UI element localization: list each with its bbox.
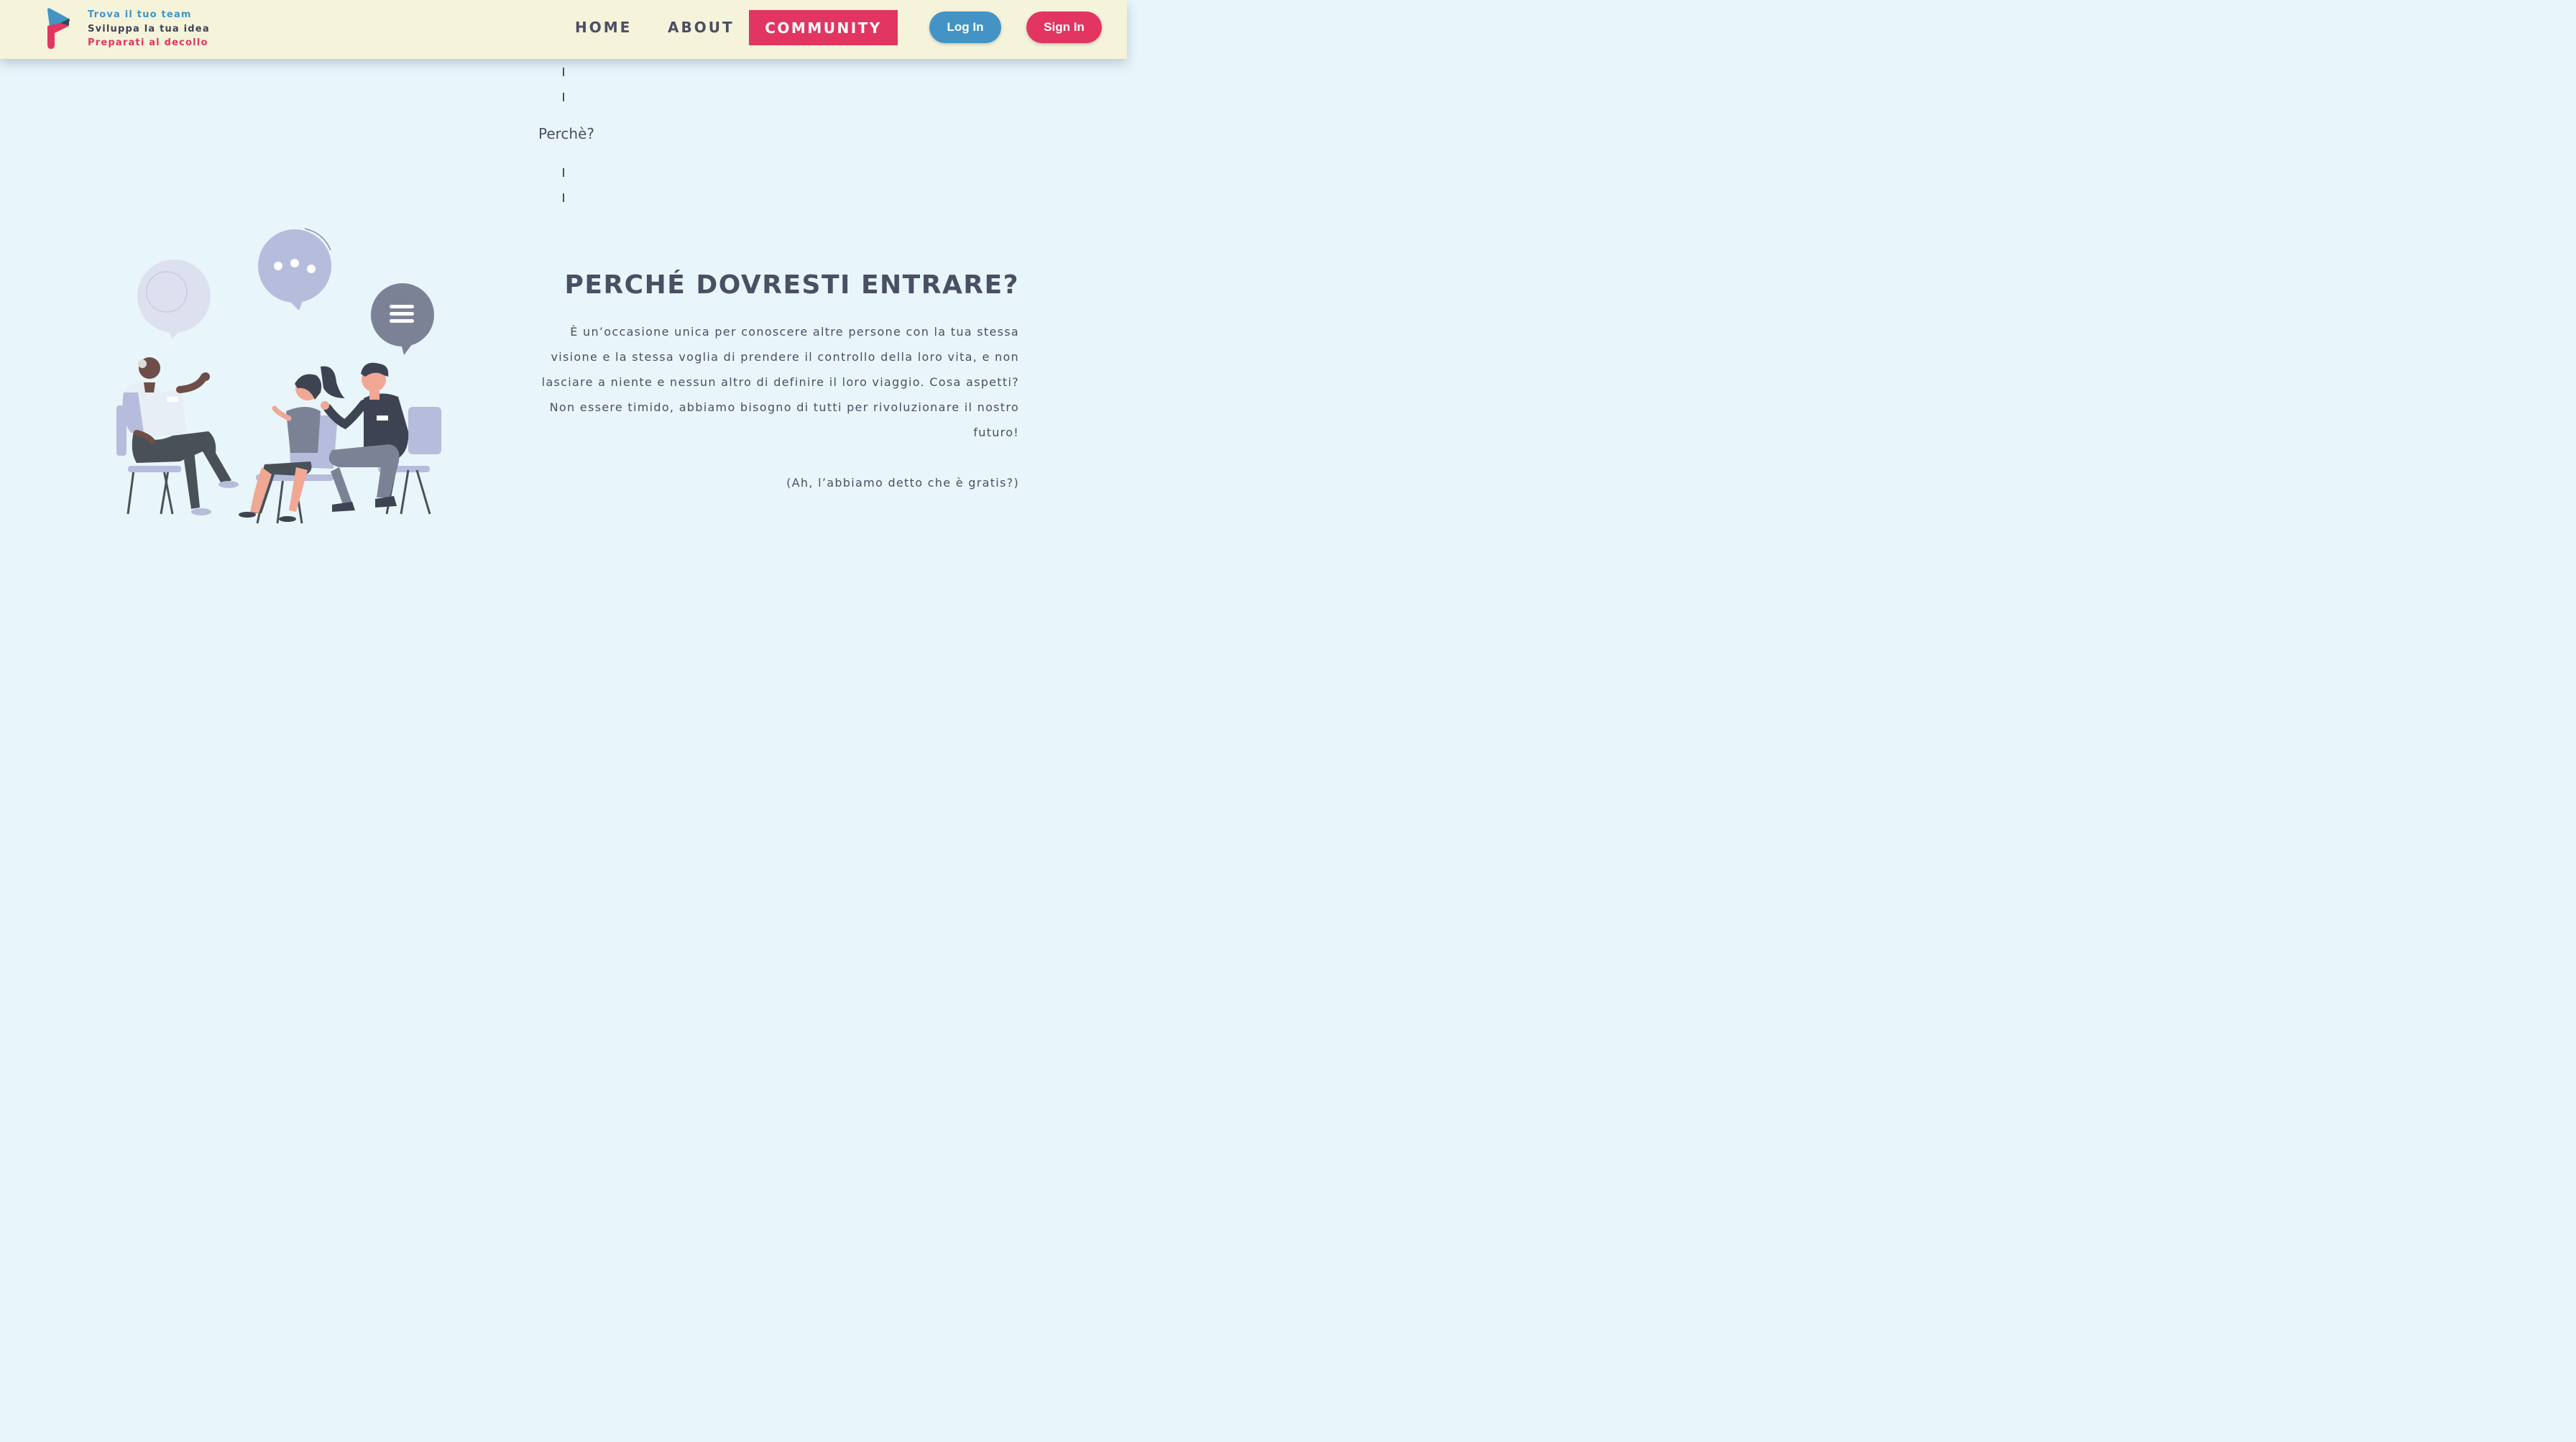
navbar: Trova il tuo team Sviluppa la tua idea P… [0,0,1127,59]
brand-tagline: Trova il tuo team Sviluppa la tua idea P… [88,8,210,50]
typing-bubble-icon [258,228,331,311]
person-left-icon [116,357,239,515]
why-label: Perchè? [538,125,595,142]
section-heading: PERCHÉ DOVRESTI ENTRARE? [564,270,1019,300]
message-bubble-icon [371,283,434,355]
tagline-develop-idea: Sviluppa la tua idea [88,23,210,35]
divider-tick [563,68,564,76]
divider-tick [563,93,564,101]
tagline-find-team: Trova il tuo team [88,9,192,20]
rocket-p-logo-icon[interactable] [46,7,72,49]
person-right-icon [321,362,441,515]
nav-home-link[interactable]: HOME [575,19,632,36]
speech-bubble-icon [137,260,211,339]
divider-tick [563,168,564,177]
signin-button[interactable]: Sign In [1026,12,1102,43]
nav-community-link[interactable]: COMMUNITY [749,10,898,45]
section-aside-text: (Ah, l’abbiamo detto che è gratis?) [786,476,1019,490]
people-chatting-illustration [116,228,441,524]
divider-tick [563,193,564,202]
login-button[interactable]: Log In [929,12,1001,43]
person-middle-icon [239,366,345,524]
section-body-text: È un’occasione unica per conoscere altre… [541,325,1019,439]
tagline-prepare-takeoff: Preparati al decollo [88,37,208,48]
nav-about-link[interactable]: ABOUT [668,19,735,36]
